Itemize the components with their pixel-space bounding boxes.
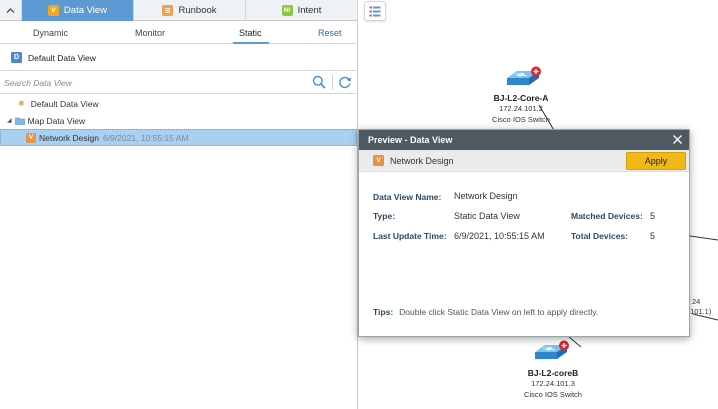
active-subtab-indicator	[233, 42, 269, 44]
apply-button[interactable]: Apply	[626, 152, 686, 170]
refresh-icon[interactable]	[338, 75, 352, 89]
dialog-view-name: Network Design	[390, 155, 454, 166]
default-view-icon: D	[11, 52, 22, 63]
field-label: Matched Devices:	[571, 211, 643, 221]
tree-item-label: Default Data View	[30, 98, 99, 109]
tree-item-label: Map Data View	[27, 115, 86, 126]
total-devices-value: 5	[650, 231, 656, 241]
subtab-monitor[interactable]: Monitor	[135, 22, 165, 44]
current-view-label: Default Data View	[28, 52, 96, 63]
app-window: V Data View Runbook NI Intent Dynamic Mo…	[0, 0, 718, 409]
tips-text: Tips: Double click Static Data View on le…	[373, 307, 598, 317]
dialog-header: V Network Design Apply	[359, 150, 689, 172]
device-node[interactable]: BJ-L2-Core-A 172.24.101.2 Cisco IOS Swit…	[479, 93, 563, 125]
tab-label: Runbook	[178, 5, 217, 16]
tree-item-map-folder[interactable]: ◢ Map Data View	[0, 112, 357, 129]
tips-label: Tips:	[373, 307, 394, 317]
chevron-up-icon	[6, 8, 15, 13]
tree-item-timestamp: 6/9/2021, 10:55:15 AM	[103, 132, 189, 143]
subtab-dynamic[interactable]: Dynamic	[33, 22, 68, 44]
static-view-icon: V	[26, 132, 36, 143]
collapse-triangle-icon[interactable]: ◢	[7, 117, 12, 124]
link-line	[689, 235, 718, 241]
tree-item-default-view[interactable]: ✱ Default Data View	[0, 95, 357, 112]
search-input[interactable]	[4, 74, 304, 91]
partial-device-label: 24	[692, 297, 701, 306]
preview-dialog: Preview - Data View V Network Design App…	[358, 129, 690, 337]
search-icon[interactable]	[312, 75, 326, 89]
divider	[332, 75, 333, 90]
search-bar	[0, 71, 358, 94]
intent-icon: NI	[281, 5, 293, 16]
reset-link[interactable]: Reset	[318, 22, 342, 44]
folder-icon	[14, 117, 25, 125]
switch-icon[interactable]	[503, 66, 545, 92]
tips-body: Double click Static Data View on left to…	[399, 307, 599, 317]
dialog-title: Preview - Data View	[368, 135, 453, 145]
view-type-tabs: Dynamic Monitor Static Reset	[0, 22, 358, 44]
current-data-view: D Default Data View	[0, 45, 358, 71]
tab-runbook[interactable]: Runbook	[134, 0, 246, 21]
device-name: BJ-L2-coreB	[527, 368, 579, 378]
device-node[interactable]: BJ-L2-coreB 172.24.101.3 Cisco IOS Switc…	[511, 368, 595, 400]
tree-item-label: Network Design	[39, 132, 99, 143]
type-value: Static Data View	[454, 211, 520, 221]
device-name: BJ-L2-Core-A	[493, 93, 549, 103]
field-label: Type:	[373, 211, 396, 221]
data-view-panel: V Data View Runbook NI Intent Dynamic Mo…	[0, 0, 358, 409]
device-type: Cisco IOS Switch	[524, 390, 582, 399]
device-ip: 172.24.101.3	[531, 379, 575, 388]
field-label: Data View Name:	[373, 192, 442, 202]
runbook-icon	[162, 5, 174, 16]
data-view-icon: V	[47, 5, 59, 16]
tree-item-network-design[interactable]: V Network Design 6/9/2021, 10:55:15 AM	[0, 129, 357, 146]
panel-tab-bar: V Data View Runbook NI Intent	[0, 0, 358, 21]
star-icon: ✱	[18, 99, 25, 108]
field-label: Total Devices:	[571, 231, 629, 241]
switch-icon[interactable]	[531, 340, 573, 366]
partial-device-ip: .101.1)	[688, 307, 712, 316]
dialog-title-bar[interactable]: Preview - Data View	[359, 130, 689, 150]
collapse-panel-button[interactable]	[0, 0, 22, 21]
subtab-static[interactable]: Static	[239, 22, 262, 44]
data-view-name-value: Network Design	[454, 191, 518, 201]
last-update-value: 6/9/2021, 10:55:15 AM	[454, 231, 545, 241]
field-label: Last Update Time:	[373, 231, 447, 241]
device-ip: 172.24.101.2	[499, 104, 543, 113]
tab-data-view[interactable]: V Data View	[22, 0, 134, 21]
close-icon[interactable]	[672, 134, 683, 145]
device-type: Cisco IOS Switch	[492, 115, 550, 124]
tab-intent[interactable]: NI Intent	[246, 0, 358, 21]
matched-devices-value: 5	[650, 211, 656, 221]
tab-label: Data View	[63, 5, 108, 16]
tab-label: Intent	[297, 5, 322, 16]
static-view-icon: V	[373, 155, 384, 166]
